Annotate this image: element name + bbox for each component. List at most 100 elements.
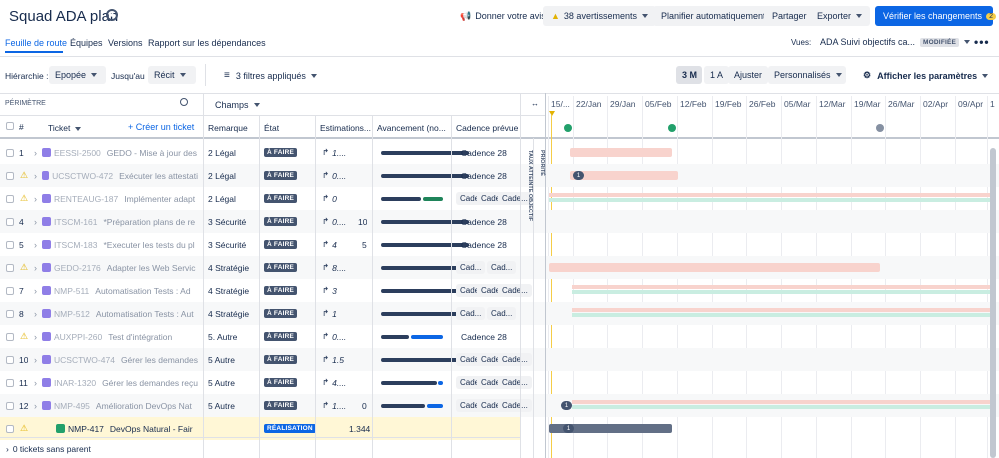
- ticket-column-header[interactable]: Ticket: [48, 123, 82, 133]
- ticket-key[interactable]: ITSCM-183: [54, 240, 97, 250]
- share-button[interactable]: Partager: [764, 6, 815, 26]
- ticket-summary[interactable]: Automatisation Tests : Aut: [96, 309, 194, 319]
- status-lozenge[interactable]: À FAIRE: [264, 309, 298, 318]
- ticket-summary[interactable]: Test d'intégration: [108, 332, 172, 342]
- remark-cell[interactable]: 4 Stratégie: [208, 302, 249, 325]
- status-lozenge[interactable]: À FAIRE: [264, 240, 298, 249]
- estimate-cell[interactable]: ↱ 4....: [322, 371, 346, 394]
- tab-dependencies[interactable]: Rapport sur les dépendances: [148, 38, 266, 48]
- ticket-key[interactable]: GEDO-2176: [54, 263, 101, 273]
- auto-schedule-button[interactable]: Planifier automatiquement: [653, 6, 774, 26]
- remark-cell[interactable]: 5 Autre: [208, 348, 235, 371]
- status-lozenge[interactable]: À FAIRE: [264, 355, 298, 364]
- chevron-right-icon[interactable]: ›: [34, 302, 37, 325]
- tab-teams[interactable]: Équipes: [70, 38, 103, 48]
- ticket-summary[interactable]: Amélioration DevOps Nat: [96, 401, 192, 411]
- table-row[interactable]: 8 › NMP-512 Automatisation Tests : Aut 4 Str…: [0, 302, 999, 325]
- ticket-summary[interactable]: Exécuter les attestati: [119, 171, 198, 181]
- range-1y-button[interactable]: 1 A: [704, 66, 730, 84]
- status-lozenge[interactable]: RÉALISATION: [264, 424, 316, 433]
- views-select[interactable]: ADA Suivi objectifs ca... MODIFIÉE: [814, 33, 971, 51]
- row-checkbox[interactable]: [6, 217, 14, 226]
- hierarchy-from-select[interactable]: Epopée: [49, 66, 106, 84]
- estimate-cell[interactable]: ↱ 0: [322, 187, 337, 210]
- estimate-cell[interactable]: ↱ 4: [322, 233, 337, 256]
- ticket-summary[interactable]: Gérer les demandes: [121, 355, 198, 365]
- estimate-cell[interactable]: ↱ 8....: [322, 256, 346, 279]
- search-icon[interactable]: [180, 98, 188, 106]
- ticket-key[interactable]: AUXPPI-260: [54, 332, 102, 342]
- gear-icon[interactable]: [106, 9, 118, 21]
- table-row[interactable]: 12 › NMP-495 Amélioration DevOps Nat 5 Autre…: [0, 394, 999, 417]
- chevron-right-icon[interactable]: ›: [34, 279, 37, 302]
- estimate-cell[interactable]: ↱ 1: [322, 302, 337, 325]
- estimate-cell[interactable]: ↱ 0....: [322, 210, 346, 233]
- table-row[interactable]: 7 › NMP-511 Automatisation Tests : Ad 4 Stra…: [0, 279, 999, 302]
- progress-column-header[interactable]: Avancement (no...: [377, 123, 446, 133]
- ticket-key[interactable]: EESSI-2500: [54, 148, 101, 158]
- dependency-badge[interactable]: 1: [573, 171, 584, 180]
- table-row[interactable]: 5 › ITSCM-183 *Executer les tests du pl 3 Sé…: [0, 233, 999, 256]
- more-icon[interactable]: •••: [974, 35, 990, 49]
- select-all-checkbox[interactable]: [6, 122, 14, 130]
- dependency-badge[interactable]: 1: [563, 424, 574, 433]
- hierarchy-to-select[interactable]: Récit: [148, 66, 196, 84]
- ticket-key[interactable]: UCSCTWO-474: [54, 355, 115, 365]
- timeline-bar[interactable]: [570, 148, 672, 157]
- status-lozenge[interactable]: À FAIRE: [264, 148, 298, 157]
- tab-versions[interactable]: Versions: [108, 38, 143, 48]
- row-checkbox[interactable]: [6, 171, 14, 180]
- estimate-cell[interactable]: ↱ 3: [322, 279, 337, 302]
- cadence-chip[interactable]: Cad...: [487, 261, 517, 274]
- ticket-summary[interactable]: *Préparation plans de re: [103, 217, 195, 227]
- cadence-chip[interactable]: Cad...: [456, 261, 486, 274]
- row-checkbox[interactable]: [6, 309, 14, 318]
- row-checkbox[interactable]: [6, 263, 14, 272]
- estimate-cell[interactable]: ↱ 0....: [322, 164, 346, 187]
- row-checkbox[interactable]: [6, 355, 14, 364]
- milestone-marker[interactable]: [876, 124, 884, 132]
- estimate-cell[interactable]: ↱ 1.5: [322, 348, 344, 371]
- vertical-scrollbar[interactable]: [990, 148, 996, 458]
- remark-cell[interactable]: 2 Légal: [208, 141, 236, 164]
- filters-button[interactable]: ≡ 3 filtres appliqués: [224, 70, 317, 81]
- timeline-bar[interactable]: [570, 171, 678, 180]
- chevron-right-icon[interactable]: ›: [34, 233, 37, 256]
- range-3m-button[interactable]: 3 M: [676, 66, 702, 84]
- chevron-right-icon[interactable]: ›: [34, 256, 37, 279]
- fields-select[interactable]: Champs: [209, 96, 266, 114]
- warning-icon[interactable]: ⚠: [20, 164, 28, 187]
- remark-cell[interactable]: 5. Autre: [208, 325, 237, 348]
- ticket-key[interactable]: UCSCTWO-472: [52, 171, 113, 181]
- ticket-summary[interactable]: Automatisation Tests : Ad: [95, 286, 190, 296]
- cadence-chip[interactable]: Cadence 28: [461, 148, 507, 158]
- warnings-button[interactable]: ▲ 38 avertissements: [543, 6, 656, 26]
- view-settings-button[interactable]: ⚙ Afficher les paramètres: [863, 70, 989, 81]
- cadence-chip[interactable]: Cade...: [498, 399, 532, 412]
- warning-icon[interactable]: ⚠: [20, 187, 28, 210]
- status-lozenge[interactable]: À FAIRE: [264, 332, 298, 341]
- table-row[interactable]: ⚠ › AUXPPI-260 Test d'intégration 5. Autre À …: [0, 325, 999, 348]
- cadence-chip[interactable]: Cad...: [456, 307, 486, 320]
- ticket-key[interactable]: INAR-1320: [54, 378, 96, 388]
- chevron-right-icon[interactable]: ›: [34, 348, 37, 371]
- ticket-key[interactable]: NMP-511: [54, 286, 89, 296]
- table-row[interactable]: ⚠ › UCSCTWO-472 Exécuter les attestati 2 Lég…: [0, 164, 999, 187]
- ticket-key[interactable]: NMP-495: [54, 401, 90, 411]
- status-lozenge[interactable]: À FAIRE: [264, 217, 298, 226]
- timeline-bar[interactable]: [549, 263, 880, 272]
- dependency-badge[interactable]: 1: [561, 401, 572, 410]
- estimate-cell[interactable]: ↱ 1....: [322, 141, 346, 164]
- cadence-chip[interactable]: Cadence 28: [461, 332, 507, 342]
- row-checkbox[interactable]: [6, 332, 14, 341]
- orphan-tickets-toggle[interactable]: › 0 tickets sans parent: [6, 444, 91, 454]
- status-lozenge[interactable]: À FAIRE: [264, 263, 298, 272]
- milestone-marker[interactable]: [668, 124, 676, 132]
- remark-cell[interactable]: 3 Sécurité: [208, 233, 246, 256]
- ticket-summary[interactable]: Gérer les demandes reçu: [102, 378, 198, 388]
- estimates-column-header[interactable]: Estimations...: [320, 123, 371, 133]
- cadence-chip[interactable]: Cade...: [498, 376, 532, 389]
- table-row[interactable]: ⚠ › GEDO-2176 Adapter les Web Servic 4 Strat…: [0, 256, 999, 279]
- warning-icon[interactable]: ⚠: [20, 325, 28, 348]
- table-row[interactable]: 10 › UCSCTWO-474 Gérer les demandes 5 Autre À…: [0, 348, 999, 371]
